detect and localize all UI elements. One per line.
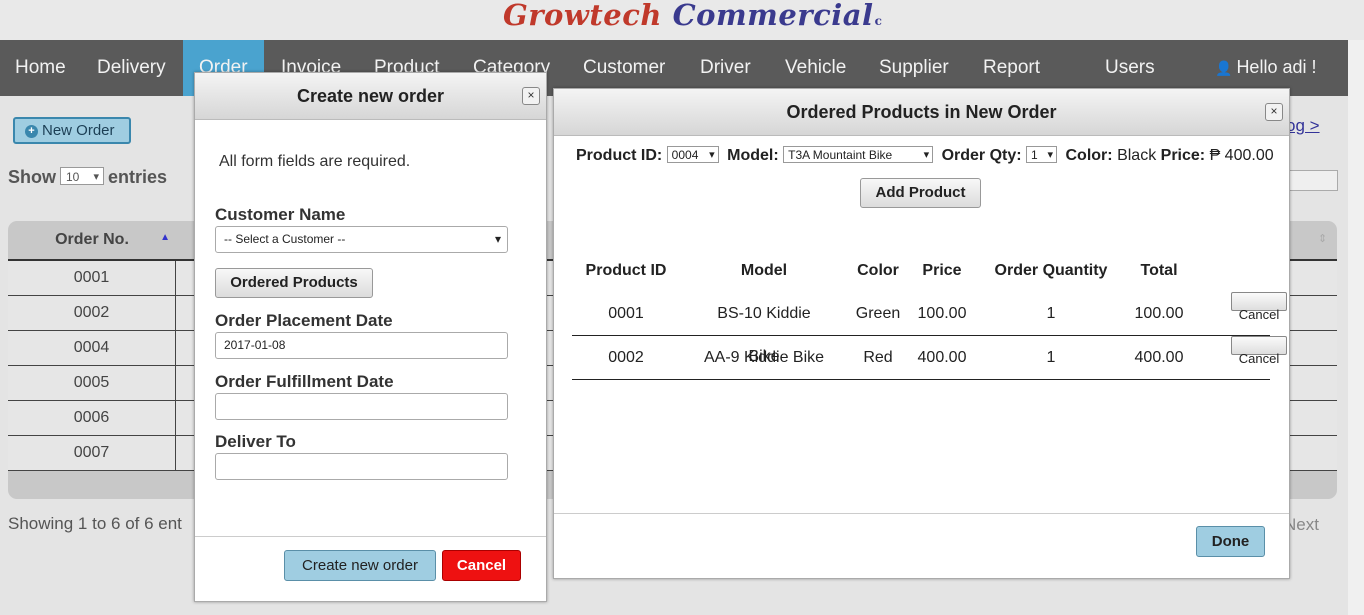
form-note: All form fields are required. (219, 153, 411, 170)
show-label: Show (8, 167, 56, 187)
greeting-text: Hello adi ! (1236, 57, 1317, 77)
ordered-products-dialog: Ordered Products in New Order × Product … (553, 88, 1290, 579)
user-icon: 👤 (1215, 60, 1233, 76)
partial-link[interactable]: og > (1286, 116, 1320, 136)
cancel-button[interactable]: Cancel (442, 550, 521, 581)
table-info: Showing 1 to 6 of 6 ent (8, 514, 182, 533)
column-product-id: Product ID (585, 262, 667, 279)
order-no-cell: 0006 (8, 401, 176, 435)
dialog-title: Create new order (195, 73, 546, 120)
deliver-to-label: Deliver To (215, 432, 296, 451)
order-no-cell: 0005 (8, 366, 176, 400)
qty-label: Order Qty: (941, 147, 1022, 164)
order-no-cell: 0007 (8, 436, 176, 470)
order-no-cell: 0004 (8, 331, 176, 365)
add-product-button[interactable]: Add Product (860, 178, 981, 208)
color-value: Black (1117, 147, 1157, 164)
product-id-select[interactable]: 0004 (666, 146, 719, 164)
nav-delivery[interactable]: Delivery (97, 40, 166, 96)
deliver-to-input[interactable] (215, 453, 508, 480)
new-order-button[interactable]: + New Order (13, 117, 131, 144)
placement-date-label: Order Placement Date (215, 311, 393, 330)
ordered-products-table: Product ID Model Color Price Order Quant… (572, 249, 1287, 380)
color-cell: Green (855, 305, 901, 322)
product-id-label: Product ID: (576, 147, 663, 164)
column-total: Total (1140, 262, 1178, 279)
column-price: Price (922, 262, 962, 279)
dialog-footer: Create new order Cancel (195, 536, 546, 601)
column-model: Model (740, 262, 788, 279)
column-order-quantity: Order Quantity (994, 262, 1108, 279)
brand-part2: Commercial (672, 0, 874, 32)
show-entries: Show10entries (8, 167, 167, 188)
customer-name-label: Customer Name (215, 205, 346, 224)
top-header: Growtech Commercialc (0, 0, 1364, 40)
model-select[interactable]: T3A Mountaint Bike (783, 146, 934, 164)
product-id-cell: 0001 (608, 305, 644, 322)
model-label: Model: (727, 147, 779, 164)
price-value: ₱ 400.00 (1209, 147, 1274, 164)
new-order-label: New Order (42, 122, 115, 139)
dialog-footer: Done (554, 513, 1289, 578)
close-icon[interactable]: × (522, 87, 540, 105)
price-cell: 100.00 (917, 305, 967, 322)
placement-date-input[interactable]: 2017-01-08 (215, 332, 508, 359)
dialog-title: Ordered Products in New Order (554, 89, 1289, 136)
page-scrollbar[interactable] (1348, 40, 1364, 615)
total-cell: 400.00 (1134, 349, 1184, 366)
price-label: Price: (1160, 147, 1206, 164)
sort-asc-icon: ▲ (160, 232, 170, 243)
quantity-cell: 1 (1046, 305, 1056, 322)
model-cell: AA-9 Kiddie Bike (703, 349, 825, 366)
table-header: Product ID Model Color Price Order Quant… (572, 249, 1270, 292)
fulfillment-date-label: Order Fulfillment Date (215, 372, 394, 391)
quantity-cell: 1 (1046, 349, 1056, 366)
create-order-dialog: Create new order × All form fields are r… (194, 72, 547, 602)
nav-home[interactable]: Home (15, 40, 66, 96)
done-button[interactable]: Done (1196, 526, 1265, 557)
row-cancel-button[interactable]: Cancel (1231, 336, 1287, 366)
create-order-submit-button[interactable]: Create new order (284, 550, 436, 581)
row-cancel-button[interactable]: Cancel (1231, 292, 1287, 322)
column-order-no-label: Order No. (55, 231, 129, 248)
brand-suffix: c (874, 14, 883, 28)
order-no-cell: 0002 (8, 296, 176, 330)
customer-select[interactable]: -- Select a Customer -- (215, 226, 508, 253)
close-icon[interactable]: × (1265, 103, 1283, 121)
price-cell: 400.00 (917, 349, 967, 366)
qty-select[interactable]: 1 (1026, 146, 1058, 164)
fulfillment-date-input[interactable] (215, 393, 508, 420)
table-search-input[interactable] (1286, 170, 1338, 191)
column-order-no[interactable]: Order No. ▲ (8, 221, 176, 259)
ordered-products-button[interactable]: Ordered Products (215, 268, 373, 298)
brand-logo: Growtech Commercialc (503, 0, 882, 32)
order-no-cell: 0001 (8, 261, 176, 295)
entries-label: entries (108, 167, 168, 187)
brand-part1: Growtech (503, 0, 662, 32)
table-row: 0002 AA-9 Kiddie Bike Red 400.00 1 400.0… (572, 336, 1287, 380)
color-cell: Red (863, 349, 893, 366)
product-entry-row: Product ID: 0004 Model: T3A Mountaint Bi… (576, 146, 1274, 165)
plus-icon: + (25, 125, 38, 138)
color-label: Color: (1065, 147, 1113, 164)
product-id-cell: 0002 (608, 349, 644, 366)
total-cell: 100.00 (1134, 305, 1184, 322)
table-row: 0001 BS-10 Kiddie Bike Green 100.00 1 10… (572, 292, 1287, 365)
entries-select[interactable]: 10 (60, 167, 104, 186)
column-color: Color (857, 262, 899, 279)
sort-both-icon: ⇕ (1318, 233, 1328, 245)
